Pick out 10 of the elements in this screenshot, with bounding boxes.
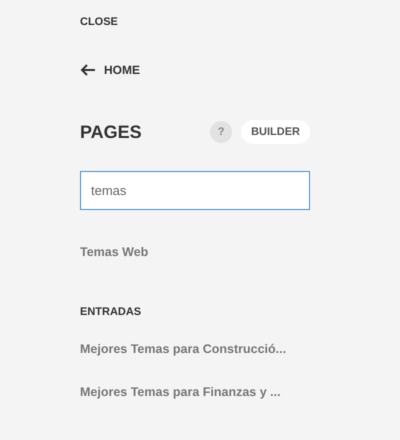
back-arrow-icon — [80, 64, 96, 76]
home-link[interactable]: HOME — [80, 60, 140, 78]
result-link[interactable]: Temas Web — [80, 242, 148, 262]
close-link[interactable]: CLOSE — [80, 14, 118, 30]
result-link[interactable]: Mejores Temas para Construcció... — [80, 340, 286, 358]
section-title: PAGES — [80, 120, 142, 144]
search-field[interactable]: temas — [80, 170, 310, 210]
result-link[interactable]: Mejores Temas para Finanzas y ... — [80, 382, 281, 402]
section-heading: ENTRADAS — [80, 305, 142, 320]
builder-button[interactable]: BUILDER — [241, 120, 310, 144]
